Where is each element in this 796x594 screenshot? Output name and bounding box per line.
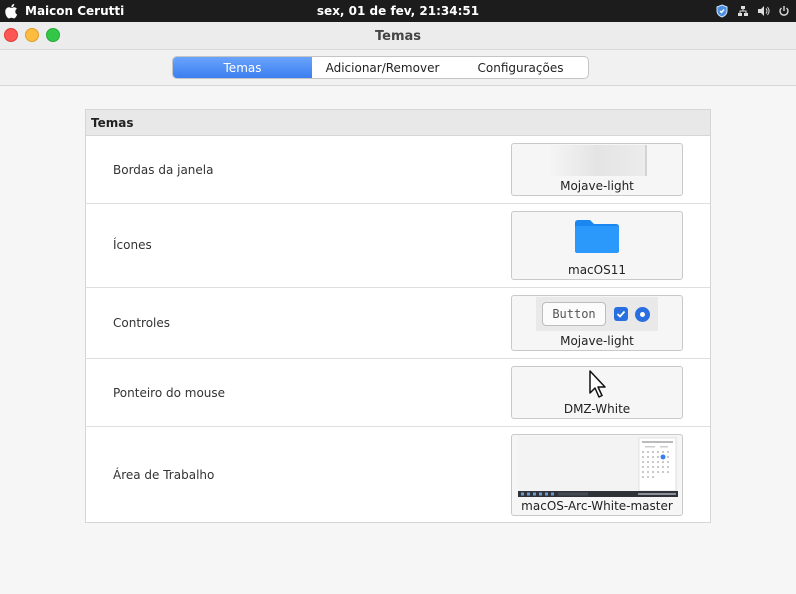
- icons-theme-button[interactable]: macOS11: [511, 211, 683, 280]
- window-borders-theme-button[interactable]: Mojave-light: [511, 143, 683, 196]
- row-label: Área de Trabalho: [113, 468, 215, 482]
- cursor-theme-button[interactable]: DMZ-White: [511, 366, 683, 419]
- themes-panel: Temas Bordas da janela Mojave-light Ícon…: [85, 109, 711, 523]
- volume-icon[interactable]: [757, 5, 770, 17]
- close-button[interactable]: [4, 28, 18, 42]
- tab-adicionar-remover[interactable]: Adicionar/Remover: [312, 57, 453, 78]
- maximize-button[interactable]: [46, 28, 60, 42]
- theme-name: Mojave-light: [560, 179, 634, 193]
- window-title: Temas: [374, 29, 421, 44]
- system-top-bar: Maicon Cerutti sex, 01 de fev, 21:34:51: [0, 0, 796, 22]
- row-label: Ponteiro do mouse: [113, 386, 226, 400]
- controls-preview: Button: [536, 297, 658, 331]
- row-label: Ícones: [113, 238, 152, 252]
- desktop-preview: [518, 436, 678, 497]
- row-desktop: Área de Trabalho macOS-Arc-White-master: [86, 427, 710, 522]
- theme-name: Mojave-light: [560, 334, 634, 348]
- cursor-icon: [588, 370, 608, 400]
- theme-name: macOS-Arc-White-master: [521, 499, 673, 513]
- network-icon[interactable]: [737, 5, 749, 17]
- window-titlebar: Temas: [0, 22, 796, 50]
- user-name[interactable]: Maicon Cerutti: [25, 4, 124, 18]
- tab-configuracoes[interactable]: Configurações: [453, 57, 588, 78]
- row-icons: Ícones macOS11: [86, 204, 710, 288]
- folder-icon: [574, 218, 620, 254]
- window-border-preview: [547, 145, 647, 176]
- row-window-borders: Bordas da janela Mojave-light: [86, 136, 710, 204]
- radio-icon: [635, 307, 650, 322]
- row-controls: Controles Button Mojave-light: [86, 288, 710, 359]
- shield-icon[interactable]: [715, 4, 729, 18]
- controls-theme-button[interactable]: Button Mojave-light: [511, 295, 683, 351]
- minimize-button[interactable]: [25, 28, 39, 42]
- row-mouse-pointer: Ponteiro do mouse DMZ-White: [86, 359, 710, 427]
- theme-name: macOS11: [568, 263, 626, 277]
- tab-header: Temas Adicionar/Remover Configurações: [0, 50, 796, 86]
- row-label: Bordas da janela: [113, 163, 214, 177]
- checkbox-icon: [614, 307, 628, 321]
- window-controls: [4, 28, 60, 42]
- system-tray: [715, 0, 790, 22]
- tab-temas[interactable]: Temas: [173, 57, 312, 78]
- preview-button: Button: [542, 302, 606, 326]
- row-label: Controles: [113, 316, 171, 330]
- desktop-theme-button[interactable]: macOS-Arc-White-master: [511, 434, 683, 516]
- tab-bar: Temas Adicionar/Remover Configurações: [172, 56, 589, 79]
- apple-icon[interactable]: [2, 0, 20, 22]
- panel-header: Temas: [86, 110, 710, 136]
- power-icon[interactable]: [778, 5, 790, 17]
- theme-name: DMZ-White: [563, 402, 631, 416]
